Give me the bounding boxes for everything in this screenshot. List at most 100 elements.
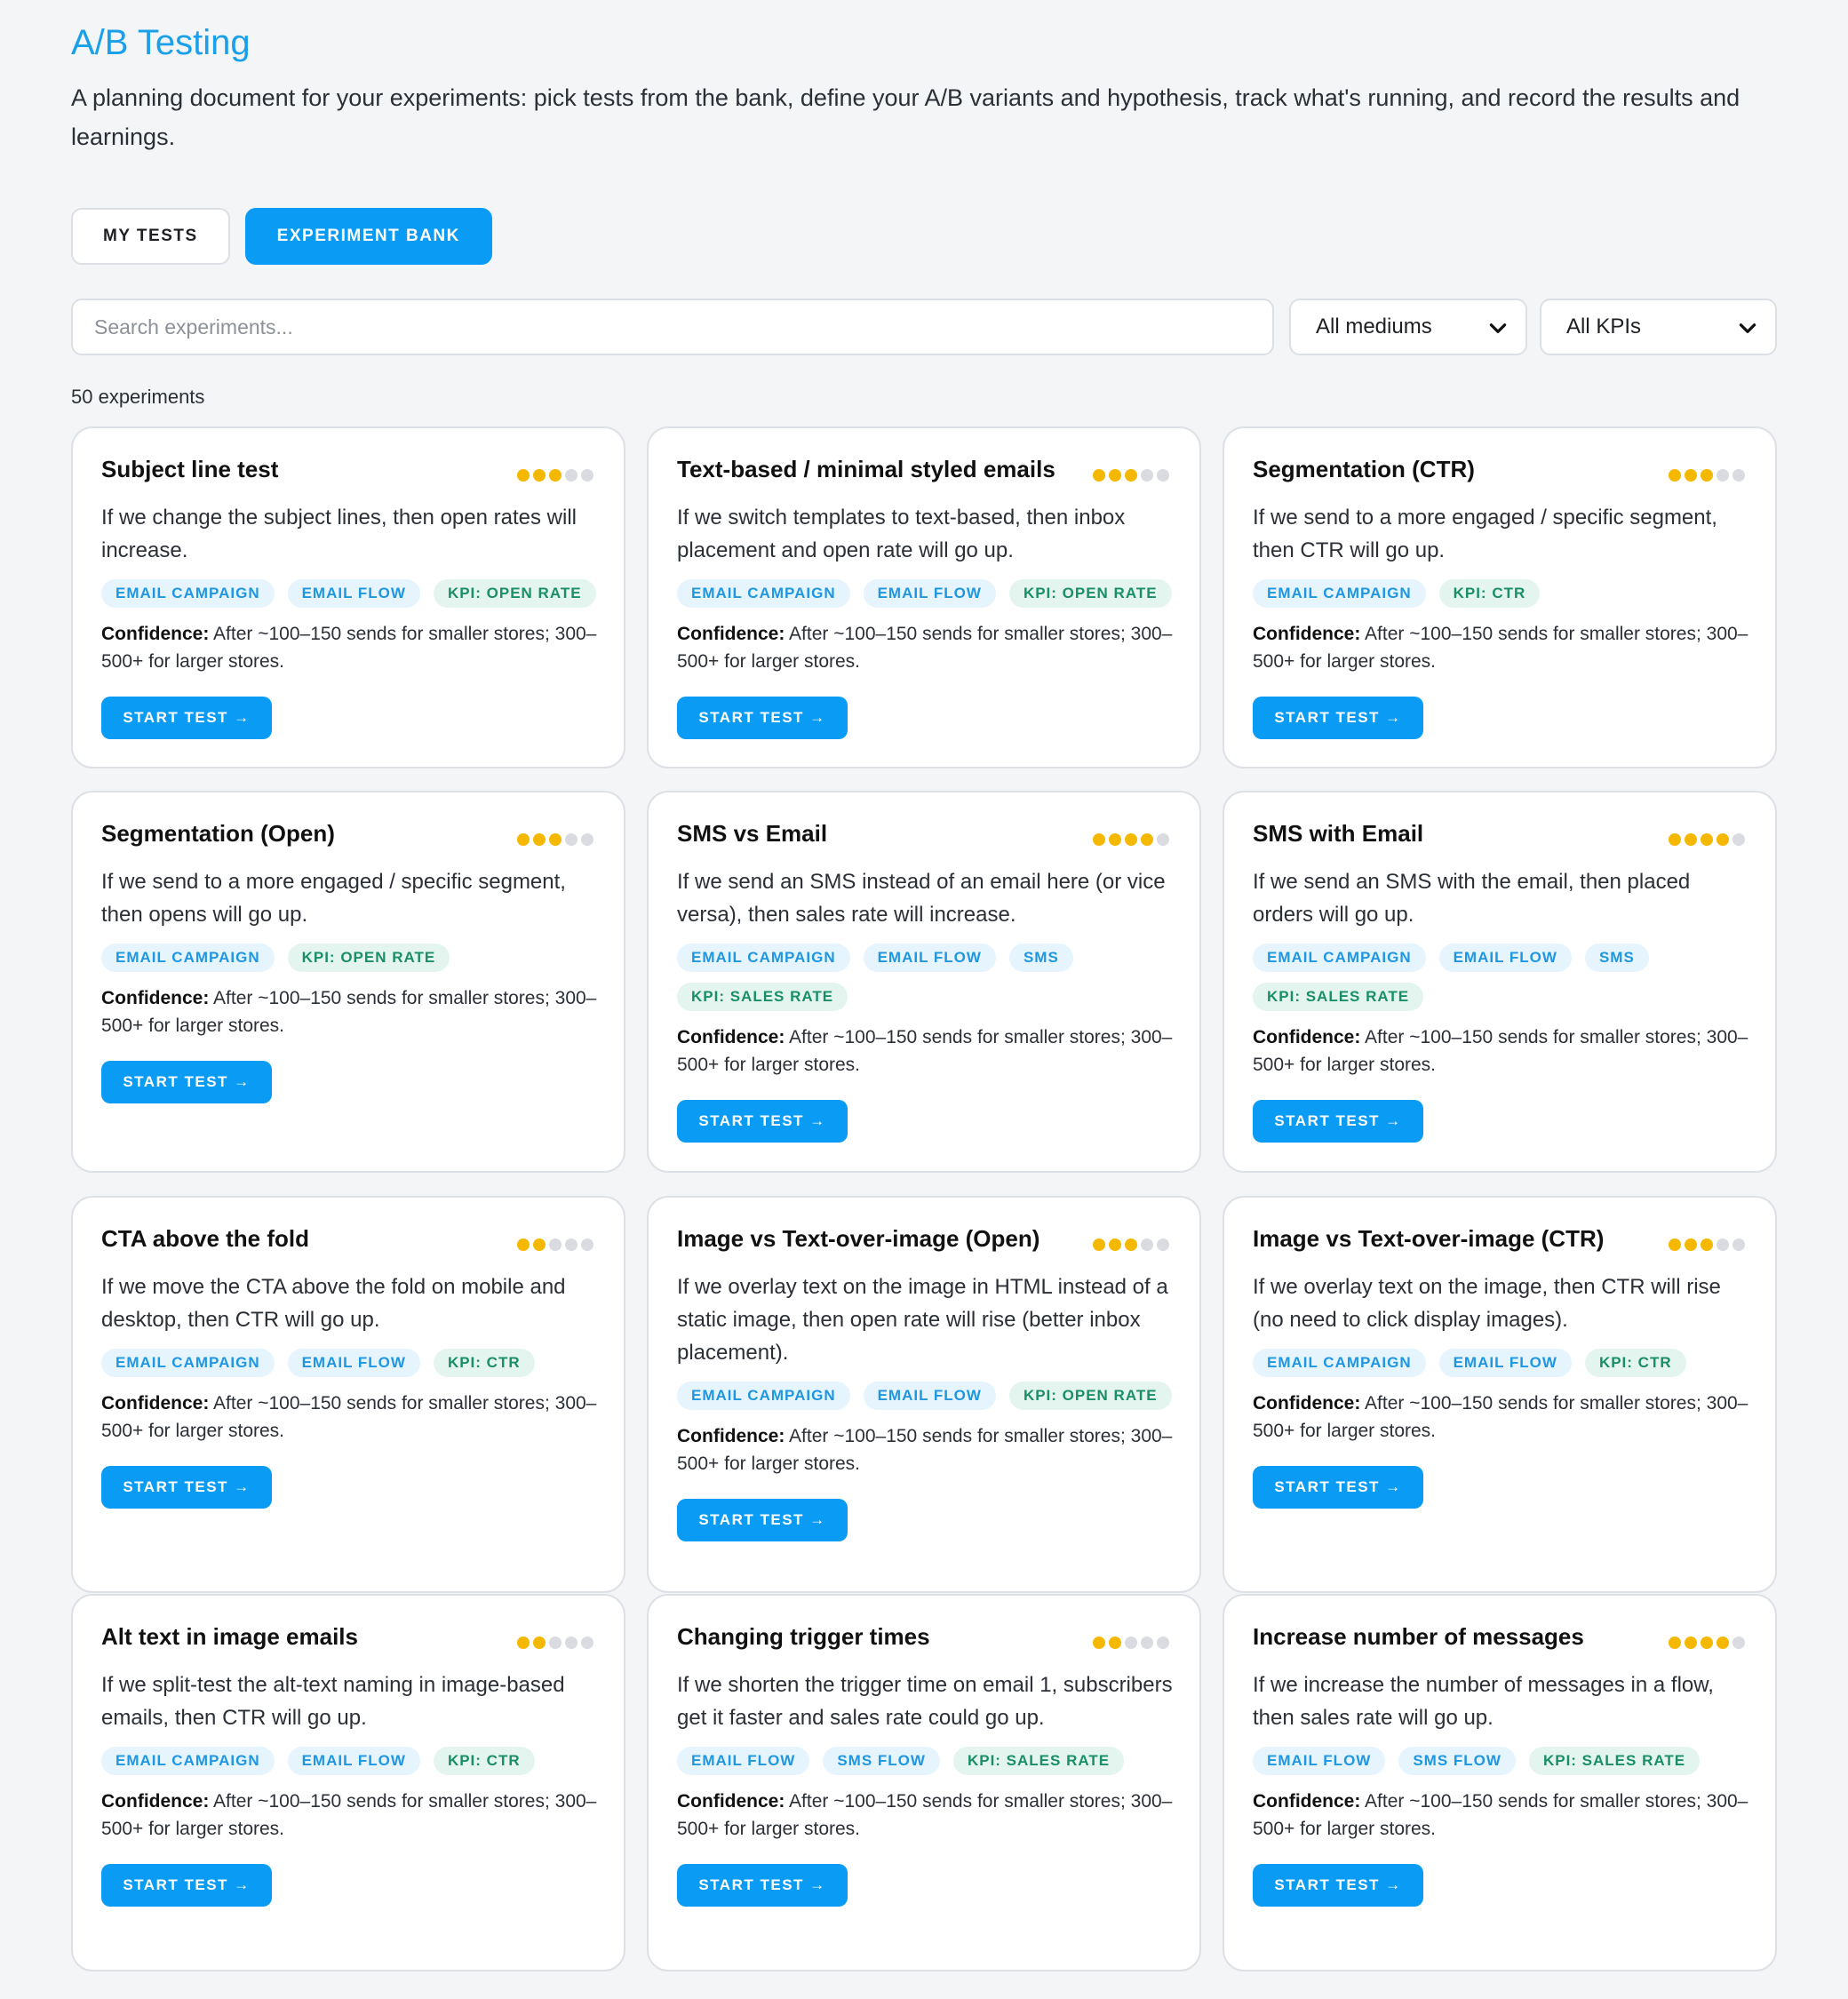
card-confidence: Confidence: After ~100–150 sends for sma… [101,1788,599,1843]
card-confidence: Confidence: After ~100–150 sends for sma… [101,1390,599,1445]
page-subtitle: A planning document for your experiments… [71,84,1740,150]
start-test-button[interactable]: START TEST → [677,1100,848,1143]
tab-experiment-bank[interactable]: EXPERIMENT BANK [244,208,492,265]
experiment-card: CTA above the fold If we move the CTA abo… [71,1196,625,1593]
card-confidence: Confidence: After ~100–150 sends for sma… [1253,620,1750,675]
confidence-label: Confidence: [101,1791,210,1812]
start-test-button[interactable]: START TEST → [1253,697,1423,739]
confidence-label: Confidence: [677,1027,785,1047]
tag-list: EMAIL CAMPAIGN EMAIL FLOW KPI: CTR [101,1747,599,1775]
start-test-button[interactable]: START TEST → [101,697,272,739]
card-body: Image vs Text-over-image (CTR) If we over… [1253,1222,1750,1509]
experiment-card: Subject line test If we change the subjec… [71,426,625,769]
kpi-tag: KPI: SALES RATE [952,1747,1125,1775]
card-hypothesis: If we move the CTA above the fold on mob… [101,1275,566,1332]
search-input[interactable] [71,299,1274,355]
start-test-button[interactable]: START TEST → [101,1466,272,1509]
chevron-down-icon [1739,323,1756,333]
tag-list: EMAIL CAMPAIGN KPI: OPEN RATE [101,944,599,972]
kpi-select[interactable]: All KPIs [1540,299,1777,355]
card-title: Increase number of messages [1253,1623,1584,1650]
card-title: CTA above the fold [101,1225,309,1252]
start-test-button[interactable]: START TEST → [1253,1100,1423,1143]
card-hypothesis: If we send to a more engaged / specific … [1253,506,1717,562]
experiment-card: Increase number of messages If we increas… [1223,1594,1777,1971]
tag-list: EMAIL CAMPAIGN EMAIL FLOW KPI: CTR [1253,1349,1750,1377]
medium-select[interactable]: All mediums [1289,299,1527,355]
confidence-label: Confidence: [101,1393,210,1414]
start-test-button[interactable]: START TEST → [1253,1466,1423,1509]
experiment-card: Image vs Text-over-image (CTR) If we over… [1223,1196,1777,1593]
confidence-label: Confidence: [677,624,785,644]
medium-tag: EMAIL FLOW [287,1747,420,1775]
tag-list: EMAIL CAMPAIGN EMAIL FLOW KPI: CTR [101,1349,599,1377]
card-body: Segmentation (CTR) If we send to a more e… [1253,453,1750,739]
tag-list: EMAIL CAMPAIGN EMAIL FLOW KPI: OPEN RATE [677,1382,1175,1410]
experiment-card: Alt text in image emails If we split-test… [71,1594,625,1971]
tag-list: EMAIL CAMPAIGN EMAIL FLOW KPI: OPEN RATE [101,579,599,608]
confidence-label: Confidence: [101,624,210,644]
card-body: Image vs Text-over-image (Open) If we ove… [677,1222,1175,1541]
card-confidence: Confidence: After ~100–150 sends for sma… [1253,1390,1750,1445]
card-body: SMS with Email If we send an SMS with the… [1253,817,1750,1143]
start-test-button[interactable]: START TEST → [677,697,848,739]
medium-tag: EMAIL CAMPAIGN [677,579,850,608]
card-body: Segmentation (Open) If we send to a more … [101,817,599,1103]
card-title: Image vs Text-over-image (Open) [677,1225,1040,1252]
tag-list: EMAIL CAMPAIGN EMAIL FLOW SMS KPI: SALES RA… [677,944,1175,1011]
card-confidence: Confidence: After ~100–150 sends for sma… [677,620,1175,675]
kpi-select-value: All KPIs [1566,315,1642,338]
start-test-button[interactable]: START TEST → [101,1061,272,1103]
confidence-label: Confidence: [101,988,210,1008]
kpi-tag: KPI: OPEN RATE [1008,1382,1172,1410]
card-title: SMS with Email [1253,820,1424,847]
confidence-label: Confidence: [677,1426,785,1446]
card-hypothesis: If we change the subject lines, then ope… [101,506,577,562]
start-test-button[interactable]: START TEST → [677,1499,848,1541]
card-confidence: Confidence: After ~100–150 sends for sma… [1253,1788,1750,1843]
medium-tag: EMAIL FLOW [1438,944,1572,972]
card-body: Increase number of messages If we increas… [1253,1621,1750,1907]
tag-list: EMAIL CAMPAIGN KPI: CTR [1253,579,1750,608]
card-title: Changing trigger times [677,1623,930,1650]
card-confidence: Confidence: After ~100–150 sends for sma… [677,1023,1175,1079]
card-title: Segmentation (CTR) [1253,456,1475,482]
medium-tag: EMAIL FLOW [287,579,420,608]
card-confidence: Confidence: After ~100–150 sends for sma… [101,620,599,675]
card-hypothesis: If we increase the number of messages in… [1253,1673,1714,1730]
start-test-button[interactable]: START TEST → [677,1864,848,1907]
start-test-button[interactable]: START TEST → [101,1864,272,1907]
medium-tag: EMAIL FLOW [863,579,996,608]
card-body: Alt text in image emails If we split-test… [101,1621,599,1907]
chevron-down-icon [1489,323,1507,333]
confidence-label: Confidence: [1253,1791,1361,1812]
medium-tag: SMS FLOW [823,1747,940,1775]
experiment-card: Changing trigger times If we shorten the … [647,1594,1201,1971]
card-hypothesis: If we switch templates to text-based, th… [677,506,1126,562]
medium-tag: EMAIL CAMPAIGN [1253,944,1426,972]
start-test-button[interactable]: START TEST → [1253,1864,1423,1907]
medium-select-value: All mediums [1316,315,1432,338]
medium-tag: EMAIL CAMPAIGN [101,1747,275,1775]
kpi-tag: KPI: CTR [1438,579,1541,608]
medium-tag: EMAIL FLOW [863,944,996,972]
medium-tag: EMAIL FLOW [1253,1747,1386,1775]
confidence-label: Confidence: [677,1791,785,1812]
card-hypothesis: If we send an SMS with the email, then p… [1253,870,1691,927]
card-body: Changing trigger times If we shorten the … [677,1621,1175,1907]
medium-tag: EMAIL CAMPAIGN [101,579,275,608]
kpi-tag: KPI: CTR [433,1747,535,1775]
page-title: A/B Testing [71,23,251,62]
medium-tag: EMAIL FLOW [677,1747,810,1775]
medium-tag: EMAIL FLOW [287,1349,420,1377]
tag-list: EMAIL CAMPAIGN EMAIL FLOW SMS KPI: SALES RA… [1253,944,1750,1011]
kpi-tag: KPI: SALES RATE [677,983,848,1011]
card-confidence: Confidence: After ~100–150 sends for sma… [101,984,599,1039]
kpi-tag: KPI: CTR [433,1349,535,1377]
card-body: SMS vs Email If we send an SMS instead of… [677,817,1175,1143]
experiment-card: Segmentation (Open) If we send to a more … [71,791,625,1173]
medium-tag: EMAIL CAMPAIGN [101,944,275,972]
experiment-card: Text-based / minimal styled emails If we … [647,426,1201,769]
tab-my-tests[interactable]: MY TESTS [71,208,230,265]
confidence-label: Confidence: [1253,1027,1361,1047]
